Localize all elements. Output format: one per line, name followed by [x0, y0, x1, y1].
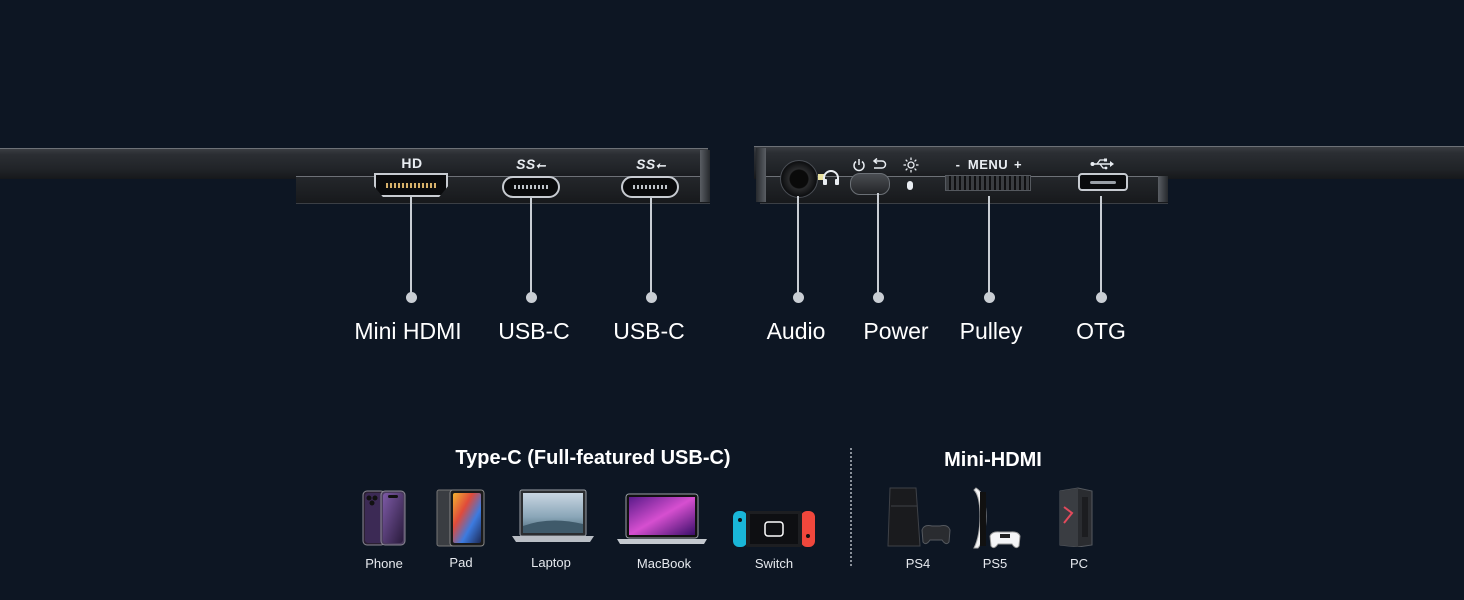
light-sensor-icon: [907, 181, 913, 190]
laptop-icon: [510, 488, 596, 551]
game-switch-icon: [732, 510, 816, 553]
minihdmi-section-title: Mini-HDMI: [944, 449, 1042, 471]
menu-minus-label: -: [955, 157, 961, 172]
callout-dot-usbc-2: [646, 292, 657, 303]
monitor-left-end-cap: [700, 150, 710, 202]
usb-ss-label-1: SS⭠: [508, 156, 554, 173]
usb-trident-icon-1: ⭠: [535, 158, 546, 172]
callout-line-usbc-2: [650, 197, 652, 295]
callout-dot-otg: [1096, 292, 1107, 303]
port-name-otg: OTG: [1076, 318, 1126, 344]
port-name-mini-hdmi: Mini HDMI: [354, 318, 462, 344]
device-label-pc: PC: [1069, 556, 1089, 571]
ss-text-1: SS: [516, 156, 536, 172]
audio-jack-port: [780, 160, 818, 198]
usb-ss-label-2: SS⭠: [628, 156, 674, 173]
device-label-macbook: MacBook: [636, 556, 692, 571]
ps4-console-icon: [886, 486, 952, 555]
monitor-right-end-cap: [756, 148, 766, 202]
callout-dot-power: [873, 292, 884, 303]
callout-line-audio: [797, 196, 799, 295]
phone-icon: [362, 490, 406, 551]
usb-trident-icon-2: ⭠: [655, 158, 666, 172]
brightness-icon: [903, 157, 919, 175]
port-name-usbc-2: USB-C: [613, 318, 685, 344]
macbook-icon: [616, 492, 708, 553]
callout-dot-audio: [793, 292, 804, 303]
tablet-icon: [436, 489, 486, 552]
callout-line-otg: [1100, 196, 1102, 295]
menu-plus-label: +: [1013, 157, 1023, 172]
power-symbol-icon: [852, 158, 866, 174]
pc-tower-icon: [1058, 487, 1094, 552]
device-label-pad: Pad: [449, 555, 473, 570]
menu-label: MENU: [967, 157, 1009, 172]
monitor-left-edge: [0, 148, 708, 179]
callout-dot-mini-hdmi: [406, 292, 417, 303]
otg-port: [1078, 173, 1128, 191]
callout-line-usbc-1: [530, 197, 532, 295]
menu-scroll-wheel[interactable]: [945, 175, 1031, 191]
power-button[interactable]: [850, 173, 890, 195]
device-label-laptop: Laptop: [531, 555, 571, 570]
device-label-ps5: PS5: [982, 556, 1008, 571]
usb-c-port-2: [621, 176, 679, 198]
mini-hdmi-port: [374, 173, 448, 197]
monitor-right-foot: [1158, 176, 1168, 202]
callout-dot-usbc-1: [526, 292, 537, 303]
headphone-icon: [821, 168, 841, 187]
callout-line-power: [877, 193, 879, 295]
usb-otg-icon: [1090, 158, 1114, 172]
hd-label: HD: [401, 155, 423, 171]
section-divider: [850, 448, 852, 566]
device-label-switch: Switch: [754, 556, 794, 571]
usb-c-port-1: [502, 176, 560, 198]
ss-text-2: SS: [636, 156, 656, 172]
callout-line-pulley: [988, 196, 990, 295]
return-icon: [871, 157, 887, 174]
callout-dot-pulley: [984, 292, 995, 303]
callout-line-mini-hdmi: [410, 197, 412, 295]
ps5-console-icon: [970, 486, 1026, 555]
typec-section-title: Type-C (Full-featured USB-C): [455, 447, 731, 469]
